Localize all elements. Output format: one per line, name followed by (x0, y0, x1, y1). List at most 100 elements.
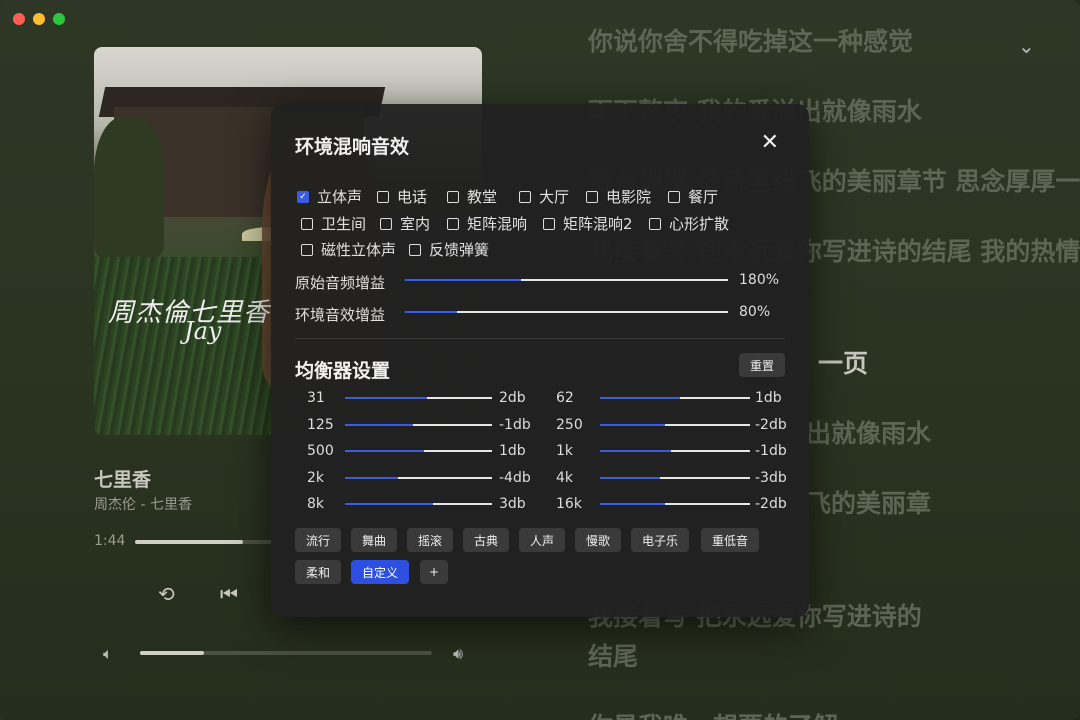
player-window: 周杰倫七里香 Jay 七里香 周杰伦 - 七里香 1:44 ⟲ ⏮ 🔈︎ 🔊︎ … (0, 0, 1080, 720)
divider (295, 338, 785, 339)
preset-button[interactable]: 慢歌 (575, 528, 621, 552)
reverb-option[interactable]: 卫生间 (301, 213, 366, 234)
maximize-window-button[interactable] (53, 13, 65, 25)
reverb-option-label: 矩阵混响 (467, 215, 528, 233)
checkbox-icon[interactable] (586, 190, 598, 203)
band-frequency: 31 (307, 390, 325, 406)
reverb-option[interactable]: 教堂 (447, 186, 497, 207)
lyric-line[interactable]: 你是我唯一想要的了解 (588, 707, 838, 720)
band-value: -1db (499, 416, 531, 433)
reverb-option[interactable]: 矩阵混响2 (543, 213, 633, 234)
reset-button[interactable]: 重置 (739, 353, 785, 377)
band-slider-fill (345, 503, 434, 505)
band-frequency: 8k (307, 496, 325, 512)
original-gain-fill (405, 279, 522, 281)
preset-button[interactable]: 流行 (295, 528, 341, 552)
band-value: -1db (755, 443, 787, 459)
volume-low-icon[interactable]: 🔈︎ (103, 644, 113, 664)
band-value: 1db (499, 443, 526, 459)
dialog-title: 环境混响音效 (295, 136, 410, 158)
band-slider[interactable] (345, 503, 492, 505)
reverb-option[interactable]: 电影院 (586, 186, 651, 207)
original-gain-slider[interactable] (405, 279, 728, 281)
previous-track-icon[interactable]: ⏮ (220, 582, 238, 606)
preset-button[interactable]: 自定义 (351, 560, 409, 584)
band-slider[interactable] (600, 476, 750, 479)
band-slider[interactable] (345, 476, 492, 479)
volume-high-icon[interactable]: 🔊︎ (453, 644, 463, 664)
lyric-line[interactable]: 结尾 (588, 637, 638, 673)
close-window-button[interactable] (13, 13, 25, 25)
checkbox-icon[interactable] (409, 243, 421, 256)
reverb-option-label: 大厅 (539, 188, 570, 206)
band-slider[interactable] (600, 397, 750, 399)
reverb-option-label: 餐厅 (688, 188, 719, 206)
band-frequency: 16k (556, 496, 582, 512)
band-value: -2db (755, 496, 787, 512)
checkbox-icon[interactable] (447, 217, 459, 230)
checkbox-icon[interactable] (380, 217, 392, 230)
ambient-gain-slider[interactable] (405, 311, 728, 313)
lyric-line[interactable]: 你说你舍不得吃掉这一种感觉 (588, 22, 913, 58)
checkbox-icon[interactable] (377, 190, 389, 203)
checkbox-icon[interactable] (519, 190, 531, 203)
preset-button[interactable]: 电子乐 (631, 528, 689, 552)
band-slider-fill (345, 450, 425, 452)
close-icon[interactable]: ✕ (761, 130, 779, 155)
band-value: -4db (499, 469, 531, 486)
band-value: 2db (499, 390, 526, 406)
band-slider[interactable] (600, 450, 750, 452)
checkbox-icon[interactable] (543, 217, 555, 230)
reverb-option[interactable]: 电话 (377, 186, 427, 207)
lyric-line[interactable]: 飞的美丽章 (806, 484, 931, 520)
band-slider[interactable] (345, 423, 492, 426)
band-slider-fill (345, 397, 428, 399)
lyric-line[interactable]: 出就像雨水 (806, 414, 931, 450)
reverb-option[interactable]: 矩阵混响 (447, 213, 527, 234)
reverb-option[interactable]: 室内 (380, 213, 430, 234)
preset-button[interactable]: 古典 (463, 528, 509, 552)
band-frequency: 250 (556, 416, 583, 433)
reverb-option[interactable]: 反馈弹簧 (409, 239, 489, 260)
cover-art-tree (94, 117, 164, 257)
reverb-option-label: 电话 (397, 188, 428, 206)
checkbox-icon[interactable] (649, 217, 661, 230)
band-slider[interactable] (600, 503, 750, 505)
checkbox-icon[interactable] (301, 217, 313, 230)
band-slider[interactable] (600, 423, 750, 426)
band-slider[interactable] (345, 450, 492, 452)
reverb-option[interactable]: ✓ 立体声 (297, 186, 362, 207)
reverb-option[interactable]: 磁性立体声 (301, 239, 396, 260)
add-preset-button[interactable]: + (420, 560, 448, 584)
preset-button[interactable]: 人声 (519, 528, 565, 552)
reverb-option-label: 立体声 (317, 188, 363, 206)
reverb-effects-dialog: 环境混响音效 ✕ ✓ 立体声 电话 教堂 大厅 电影院 餐厅卫生间 室内 矩阵混响 矩阵混响2 心形… (271, 104, 809, 617)
original-gain-label: 原始音频增益 (295, 274, 386, 292)
preset-button[interactable]: 摇滚 (407, 528, 453, 552)
volume-fill (140, 651, 205, 655)
band-value: 1db (755, 390, 782, 406)
preset-button[interactable]: 柔和 (295, 560, 341, 584)
band-slider-fill (345, 423, 413, 426)
repeat-icon[interactable]: ⟲ (158, 582, 175, 606)
band-value: -2db (755, 416, 787, 433)
lyric-line-current[interactable]: 一页 (818, 344, 868, 380)
checkbox-checked-icon[interactable]: ✓ (297, 190, 309, 203)
minimize-window-button[interactable] (33, 13, 45, 25)
volume-slider[interactable] (140, 651, 432, 655)
checkbox-icon[interactable] (301, 243, 313, 256)
band-slider[interactable] (345, 397, 492, 399)
ambient-gain-value: 80% (739, 304, 771, 320)
reverb-option[interactable]: 大厅 (519, 186, 569, 207)
preset-button[interactable]: 重低音 (701, 528, 759, 552)
band-frequency: 125 (307, 416, 334, 433)
checkbox-icon[interactable] (668, 190, 680, 203)
reverb-option[interactable]: 心形扩散 (649, 213, 729, 234)
song-artist-album: 周杰伦 - 七里香 (94, 497, 192, 513)
reverb-option[interactable]: 餐厅 (668, 186, 718, 207)
checkbox-icon[interactable] (447, 190, 459, 203)
preset-button[interactable]: 舞曲 (351, 528, 397, 552)
original-gain-value: 180% (739, 272, 780, 288)
chevron-down-icon[interactable]: ⌄ (1018, 34, 1035, 58)
band-slider-fill (600, 476, 660, 479)
